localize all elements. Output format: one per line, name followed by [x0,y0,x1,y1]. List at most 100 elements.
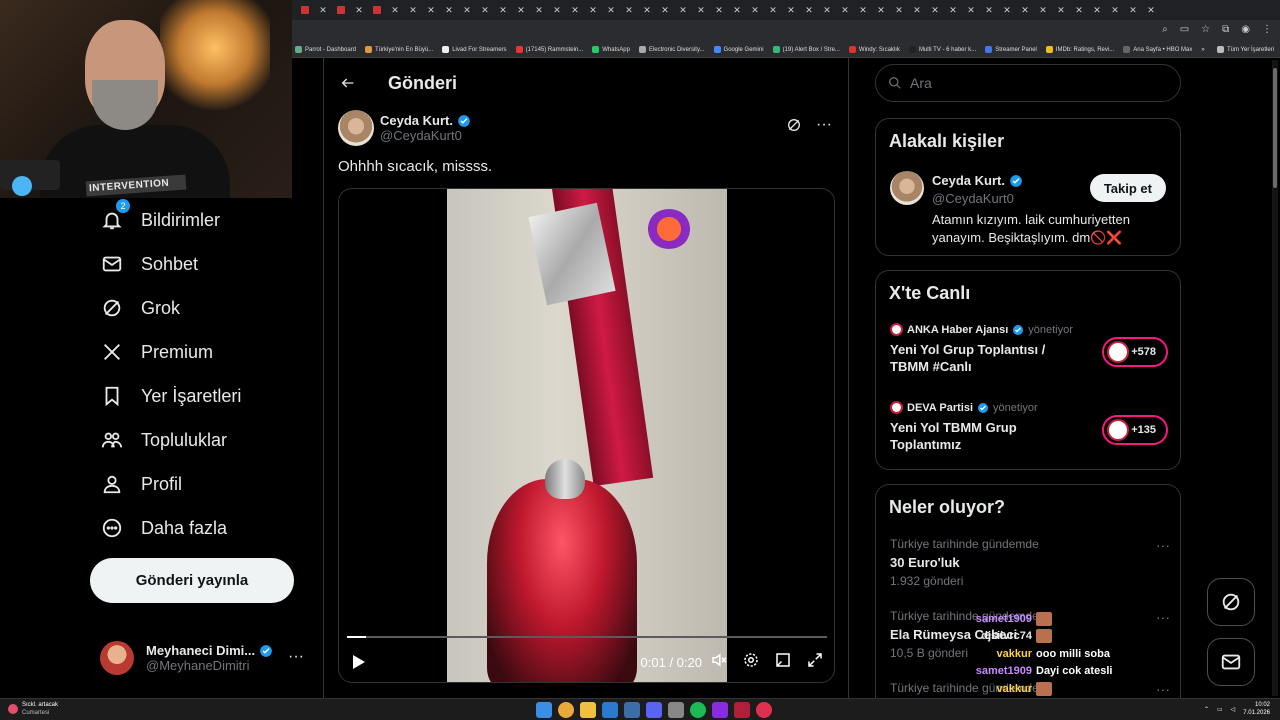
browser-tab[interactable]: ✕ [872,3,890,17]
browser-tab[interactable] [368,3,386,17]
app-icon[interactable] [602,702,618,718]
start-icon[interactable] [536,702,552,718]
tab-close-icon[interactable]: ✕ [823,5,831,16]
author-avatar[interactable] [338,110,374,146]
browser-tab[interactable]: ✕ [458,3,476,17]
tab-close-icon[interactable]: ✕ [679,5,687,16]
bookmark-item[interactable]: Windy: Sıcaklık [848,46,900,53]
nav-item-grok[interactable]: Grok [90,286,320,330]
browser-tab[interactable]: ✕ [692,3,710,17]
chevron-up-icon[interactable]: ⌃ [1204,706,1209,713]
post-button[interactable]: Gönderi yayınla [90,558,294,603]
speaker-icon[interactable]: ◁ [1231,706,1236,713]
browser-tab[interactable]: ✕ [818,3,836,17]
browser-tab[interactable]: ✕ [314,3,332,17]
chrome-icon[interactable] [558,702,574,718]
picture-in-picture-icon[interactable] [774,651,792,674]
browser-tab[interactable]: ✕ [656,3,674,17]
nav-item-notifications[interactable]: 2 Bildirimler [90,198,320,242]
zoom-icon[interactable]: ⌕ [1162,24,1168,35]
steam-icon[interactable] [624,702,640,718]
browser-tab[interactable]: ✕ [998,3,1016,17]
app-icon[interactable] [712,702,728,718]
nav-item-more[interactable]: Daha fazla [90,506,320,550]
tab-close-icon[interactable]: ✕ [355,5,363,16]
trend-more-icon[interactable]: ··· [1156,681,1170,697]
browser-tab[interactable]: ✕ [386,3,404,17]
tab-close-icon[interactable]: ✕ [445,5,453,16]
fullscreen-icon[interactable] [806,651,824,674]
browser-tab[interactable]: ✕ [566,3,584,17]
back-arrow-icon[interactable] [338,73,358,93]
tab-close-icon[interactable]: ✕ [949,5,957,16]
browser-tab[interactable]: ✕ [1106,3,1124,17]
settings-gear-icon[interactable] [742,651,760,674]
tab-close-icon[interactable]: ✕ [517,5,525,16]
browser-tab[interactable] [332,3,350,17]
tab-close-icon[interactable]: ✕ [1057,5,1065,16]
browser-tab[interactable]: ✕ [890,3,908,17]
grok-icon[interactable] [786,117,802,133]
browser-tab[interactable]: ✕ [602,3,620,17]
profile-icon[interactable]: ◉ [1241,24,1250,35]
tab-close-icon[interactable]: ✕ [913,5,921,16]
post-more-icon[interactable]: ··· [816,116,832,134]
browser-tab[interactable]: ✕ [584,3,602,17]
tab-close-icon[interactable]: ✕ [931,5,939,16]
app-icon[interactable] [668,702,684,718]
nav-item-bookmarks[interactable]: Yer İşaretleri [90,374,320,418]
nav-item-profile[interactable]: Profil [90,462,320,506]
messages-fab-button[interactable] [1207,638,1255,686]
nav-item-communities[interactable]: Topluluklar [90,418,320,462]
browser-tab[interactable]: ✕ [476,3,494,17]
tab-close-icon[interactable]: ✕ [1075,5,1083,16]
tab-close-icon[interactable]: ✕ [895,5,903,16]
browser-tab[interactable]: ✕ [728,3,746,17]
person-name[interactable]: Ceyda Kurt. [932,173,1023,188]
tab-close-icon[interactable]: ✕ [661,5,669,16]
bookmark-item[interactable]: (19) Alert Box / Stre... [772,46,840,53]
tab-close-icon[interactable]: ✕ [1147,5,1155,16]
browser-tab[interactable]: ✕ [1070,3,1088,17]
browser-tab[interactable]: ✕ [782,3,800,17]
browser-tab[interactable]: ✕ [746,3,764,17]
tab-close-icon[interactable]: ✕ [427,5,435,16]
browser-tab[interactable]: ✕ [1142,3,1160,17]
scrollbar-thumb[interactable] [1273,68,1277,188]
browser-tab[interactable]: ✕ [710,3,728,17]
nav-item-chat[interactable]: Sohbet [90,242,320,286]
tab-close-icon[interactable]: ✕ [805,5,813,16]
tab-close-icon[interactable]: ✕ [391,5,399,16]
tab-close-icon[interactable]: ✕ [625,5,633,16]
browser-tab[interactable] [296,3,314,17]
trend-more-icon[interactable]: ··· [1156,537,1170,553]
tab-close-icon[interactable]: ✕ [751,5,759,16]
browser-tab[interactable]: ✕ [908,3,926,17]
trend-more-icon[interactable]: ··· [1156,609,1170,625]
trend-item[interactable]: Türkiye tarihinde gündemde 30 Euro'luk 1… [890,537,1170,588]
tab-close-icon[interactable]: ✕ [697,5,705,16]
nav-item-premium[interactable]: Premium [90,330,320,374]
tab-close-icon[interactable]: ✕ [1093,5,1101,16]
network-icon[interactable]: ▭ [1217,706,1223,713]
discord-icon[interactable] [646,702,662,718]
tab-close-icon[interactable]: ✕ [319,5,327,16]
live-item[interactable]: DEVA Partisi yönetiyor Yeni Yol TBMM Gru… [890,401,1168,471]
tab-close-icon[interactable]: ✕ [553,5,561,16]
browser-tab[interactable]: ✕ [854,3,872,17]
author-handle[interactable]: @CeydaKurt0 [380,128,471,143]
bookmark-item[interactable]: Google Gemini [713,46,764,53]
tab-close-icon[interactable]: ✕ [859,5,867,16]
tab-close-icon[interactable]: ✕ [715,5,723,16]
bookmark-item[interactable]: Parrot - Dashboard [295,46,356,53]
tab-close-icon[interactable]: ✕ [535,5,543,16]
tab-close-icon[interactable]: ✕ [589,5,597,16]
tab-close-icon[interactable]: ✕ [1039,5,1047,16]
browser-tab[interactable]: ✕ [440,3,458,17]
all-bookmarks[interactable]: Tüm Yer İşaretleri [1216,46,1274,53]
tab-close-icon[interactable]: ✕ [841,5,849,16]
browser-tab[interactable]: ✕ [638,3,656,17]
play-icon[interactable] [349,652,369,672]
browser-tab[interactable]: ✕ [548,3,566,17]
tab-close-icon[interactable]: ✕ [1129,5,1137,16]
